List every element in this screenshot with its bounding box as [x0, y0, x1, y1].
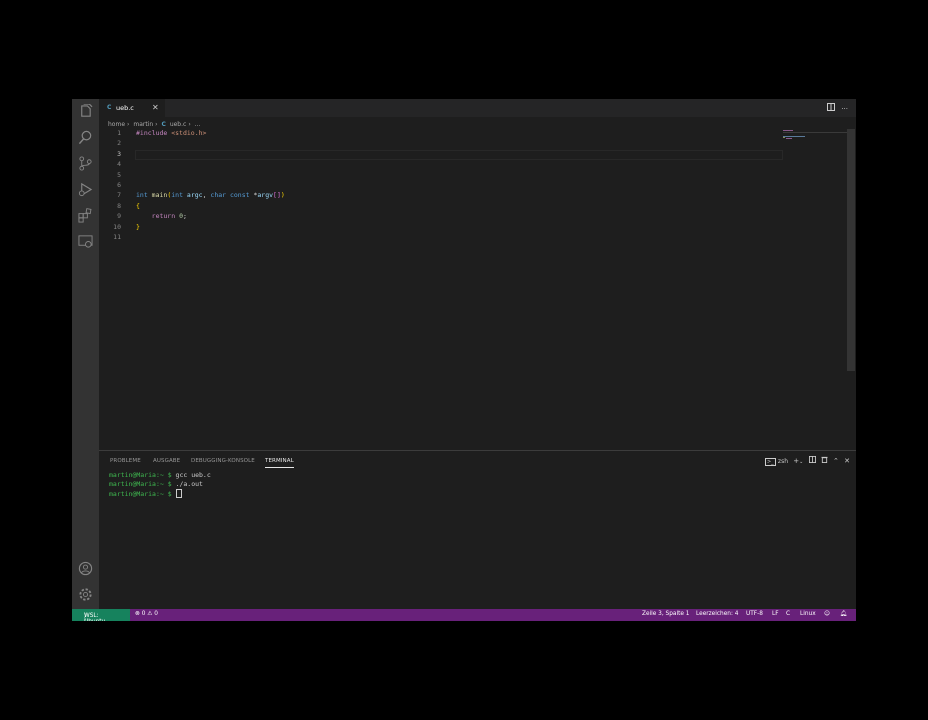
run-debug-icon[interactable]: [78, 182, 93, 197]
remote-label: WSL: Ubuntu: [84, 613, 105, 621]
terminal-line: martin@Maria:~ $ ./a.out: [109, 480, 203, 488]
more-actions-icon[interactable]: ···: [841, 105, 848, 113]
code-line: 4: [99, 160, 822, 170]
breadcrumb: home › martin › C ueb.c › ...: [108, 121, 202, 128]
terminal-line: martin@Maria:~ $ gcc ueb.c: [109, 471, 211, 479]
code-line-active: 3: [99, 149, 822, 160]
line-number: 10: [113, 222, 121, 231]
breadcrumb-symbol[interactable]: ...: [195, 121, 201, 128]
editor-scrollbar[interactable]: [847, 129, 855, 371]
line-number: 1: [117, 129, 121, 137]
c-file-icon: C: [107, 104, 112, 111]
os-status[interactable]: Linux: [800, 611, 816, 617]
code-line: 7 int main(int argc, char const *argv[]): [99, 191, 822, 201]
code-text: #include <stdio.h>: [136, 129, 207, 137]
line-number: 6: [117, 181, 121, 189]
code-line: 9 return 0;: [99, 212, 822, 222]
breadcrumb-home[interactable]: home: [108, 121, 125, 128]
explorer-icon[interactable]: [78, 104, 93, 119]
cursor-position[interactable]: Zeile 3, Spalte 1: [642, 611, 689, 617]
notifications-bell-icon[interactable]: 🔔︎: [840, 611, 847, 617]
code-line: 6: [99, 181, 822, 191]
status-bar: ⟩⟨ WSL: Ubuntu ⊗ 0 ⚠ 0 Zeile 3, Spalte 1…: [72, 609, 856, 621]
terminal-command: gcc ueb.c: [171, 471, 211, 479]
code-line: 1 #include <stdio.h>: [99, 129, 822, 139]
maximize-panel-icon[interactable]: ⌃: [833, 457, 839, 465]
breadcrumb-file[interactable]: ueb.c: [170, 121, 187, 128]
account-icon[interactable]: [78, 561, 93, 576]
chevron-down-icon[interactable]: ⌄: [799, 459, 803, 465]
tab-ueb-c[interactable]: C ueb.c ✕: [99, 99, 165, 118]
split-terminal-icon[interactable]: [808, 456, 816, 463]
line-number: 4: [117, 160, 121, 169]
extensions-icon[interactable]: [78, 208, 93, 223]
error-icon: ⊗: [135, 611, 140, 617]
tab-terminal[interactable]: TERMINAL: [265, 458, 294, 468]
language-mode[interactable]: C: [786, 611, 790, 617]
tab-label: ueb.c: [116, 104, 134, 112]
code-line: 5: [99, 171, 822, 181]
line-number: 11: [113, 233, 121, 241]
terminal-output[interactable]: martin@Maria:~ $ gcc ueb.c martin@Maria:…: [109, 471, 211, 499]
current-line-highlight: [135, 149, 783, 160]
c-file-icon: C: [161, 121, 166, 128]
terminal-prompt: martin@Maria:~ $: [109, 489, 172, 498]
eol-status[interactable]: LF: [772, 611, 779, 617]
line-number: 3: [117, 149, 121, 158]
minimap[interactable]: [783, 129, 849, 149]
editor-tab-bar: C ueb.c ✕ ···: [99, 99, 856, 118]
code-text: {: [136, 201, 140, 210]
terminal-command: ./a.out: [171, 480, 203, 488]
trash-icon[interactable]: [821, 456, 828, 463]
line-number: 9: [117, 212, 121, 221]
terminal-shell-label[interactable]: zsh: [778, 458, 788, 465]
editor-actions: ···: [827, 103, 848, 113]
chevron-right-icon: ›: [188, 121, 191, 128]
breadcrumb-martin[interactable]: martin: [133, 121, 153, 128]
line-number: 5: [117, 170, 121, 179]
chevron-right-icon: ›: [127, 121, 130, 128]
code-line: 8 {: [99, 202, 822, 212]
code-text: int main(int argc, char const *argv[]): [136, 191, 285, 200]
problems-status[interactable]: ⊗ 0 ⚠ 0: [135, 611, 158, 617]
split-editor-icon[interactable]: [827, 103, 836, 111]
close-panel-icon[interactable]: ✕: [844, 457, 850, 465]
warning-icon: ⚠: [147, 611, 153, 617]
chevron-right-icon: ›: [155, 121, 158, 128]
warning-count: 0: [154, 611, 158, 617]
search-icon[interactable]: [78, 130, 93, 145]
code-text: return 0;: [151, 212, 187, 221]
terminal-prompt: martin@Maria:~ $: [109, 480, 172, 488]
indentation-status[interactable]: Leerzeichen: 4: [696, 611, 738, 617]
panel-actions: >_ zsh +⌄ ⌃ ✕: [764, 456, 850, 466]
encoding-status[interactable]: UTF-8: [746, 611, 763, 617]
terminal-prompt: martin@Maria:~ $: [109, 471, 172, 479]
activity-bar: [72, 99, 99, 609]
bottom-panel: PROBLEME AUSGABE DEBUGGING-KONSOLE TERMI…: [99, 450, 856, 610]
settings-gear-icon[interactable]: [78, 587, 93, 602]
code-line: 10 }: [99, 223, 822, 233]
vscode-window: C ueb.c ✕ ··· home › martin › C ueb.c › ...…: [72, 99, 856, 621]
tab-debugging-konsole[interactable]: DEBUGGING-KONSOLE: [191, 458, 255, 464]
source-control-icon[interactable]: [78, 156, 93, 171]
close-icon[interactable]: ✕: [152, 103, 159, 112]
code-editor[interactable]: 1 #include <stdio.h> 2 3 4 5 6 7 int mai…: [99, 129, 849, 449]
code-text: }: [136, 222, 140, 231]
feedback-icon[interactable]: ☺: [824, 611, 830, 617]
terminal-line: martin@Maria:~ $: [109, 489, 182, 498]
tab-ausgabe[interactable]: AUSGABE: [153, 458, 180, 464]
remote-indicator[interactable]: ⟩⟨ WSL: Ubuntu: [72, 609, 130, 621]
line-number: 2: [117, 139, 121, 148]
terminal-cursor: [175, 489, 182, 498]
tab-probleme[interactable]: PROBLEME: [110, 458, 141, 464]
remote-explorer-icon[interactable]: [78, 234, 93, 249]
line-number: 8: [117, 201, 121, 210]
line-number: 7: [117, 191, 121, 200]
error-count: 0: [141, 611, 146, 617]
code-line: 2: [99, 139, 822, 149]
terminal-shell-icon: >_: [764, 458, 776, 466]
code-line: 11: [99, 233, 822, 243]
